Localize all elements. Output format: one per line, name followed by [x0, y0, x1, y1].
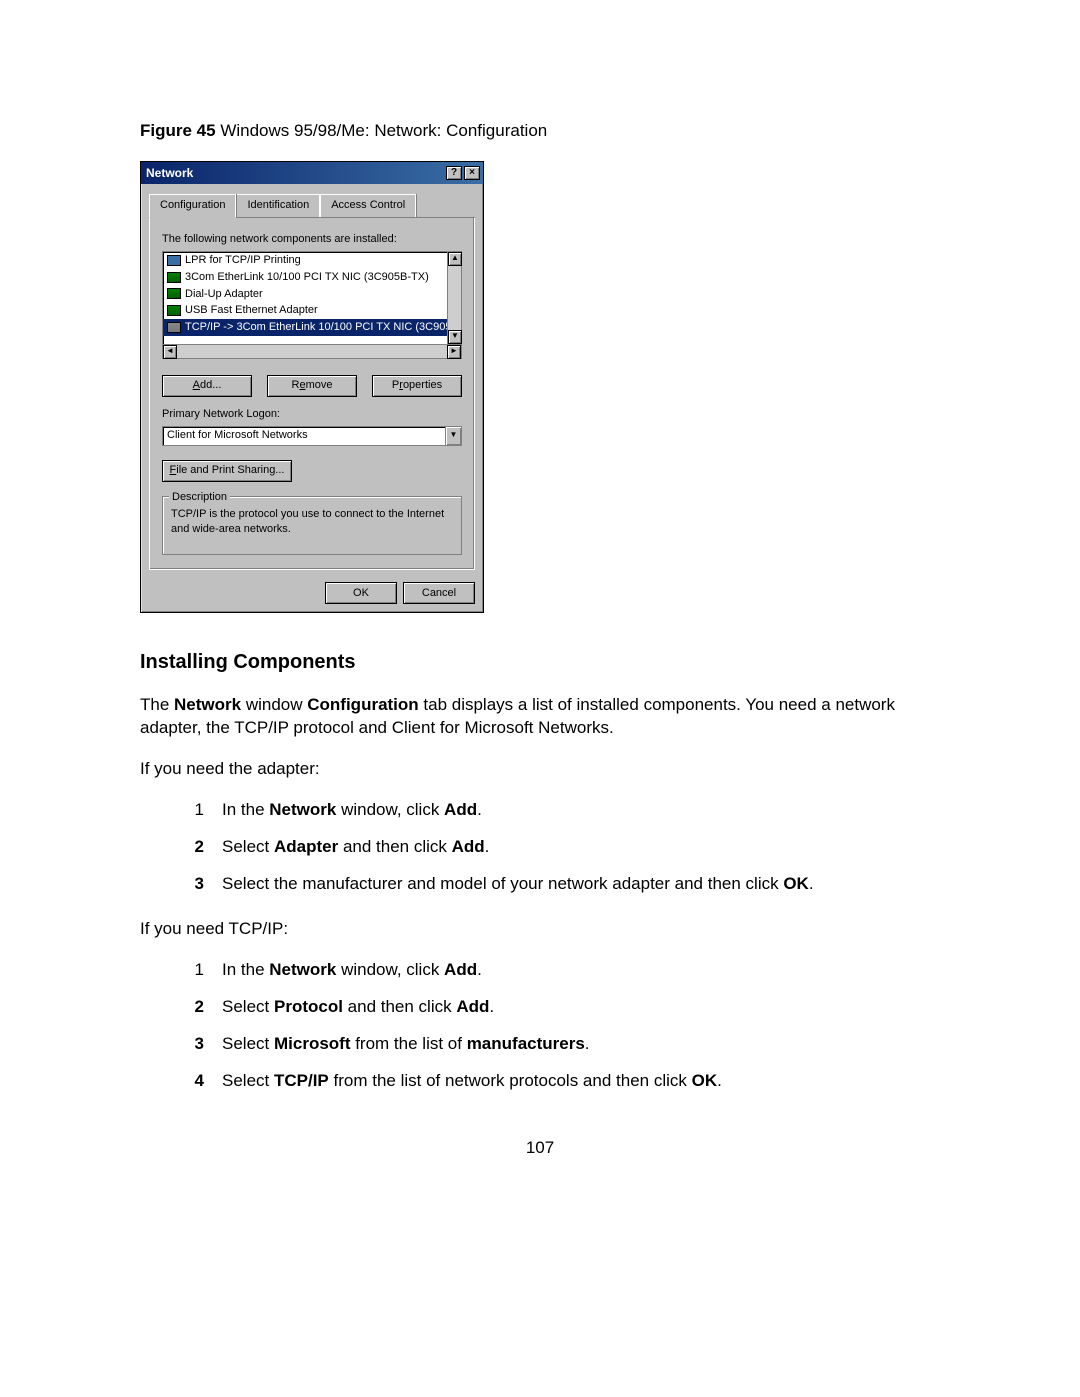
- scroll-track[interactable]: [448, 266, 461, 330]
- step-row: 4 Select TCP/IP from the list of network…: [190, 1070, 940, 1093]
- list-button-row: Add... Remove Properties: [162, 375, 462, 397]
- vertical-scrollbar[interactable]: ▲ ▼: [447, 252, 461, 344]
- step-row: 2 Select Adapter and then click Add.: [190, 836, 940, 859]
- figure-caption-text: Windows 95/98/Me: Network: Configuration: [216, 121, 548, 140]
- figure-caption: Figure 45 Windows 95/98/Me: Network: Con…: [140, 120, 940, 143]
- primary-logon-value: Client for Microsoft Networks: [163, 428, 445, 443]
- list-item-label: USB Fast Ethernet Adapter: [185, 303, 318, 318]
- step-row: 3 Select the manufacturer and model of y…: [190, 873, 940, 896]
- remove-button[interactable]: Remove: [267, 375, 357, 397]
- step-text: Select Microsoft from the list of manufa…: [222, 1033, 590, 1056]
- help-button[interactable]: ?: [446, 166, 462, 180]
- list-item[interactable]: TCP/IP -> 3Com EtherLink 10/100 PCI TX N…: [163, 319, 461, 336]
- description-title: Description: [169, 490, 230, 505]
- tcpip-steps: 1 In the Network window, click Add. 2 Se…: [190, 959, 940, 1093]
- step-number: 3: [190, 1033, 204, 1056]
- combo-dropdown-button[interactable]: ▼: [445, 427, 461, 445]
- step-text: In the Network window, click Add.: [222, 799, 482, 822]
- tab-configuration[interactable]: Configuration: [149, 194, 236, 218]
- list-item[interactable]: 3Com EtherLink 10/100 PCI TX NIC (3C905B…: [163, 269, 461, 286]
- nic-icon: [167, 288, 181, 299]
- dialog-footer: OK Cancel: [141, 576, 483, 612]
- list-item-label: LPR for TCP/IP Printing: [185, 253, 301, 268]
- step-row: 3 Select Microsoft from the list of manu…: [190, 1033, 940, 1056]
- list-item[interactable]: USB Fast Ethernet Adapter: [163, 302, 461, 319]
- list-item-label: 3Com EtherLink 10/100 PCI TX NIC (3C905B…: [185, 270, 429, 285]
- primary-logon-label: Primary Network Logon:: [162, 407, 462, 422]
- cancel-button[interactable]: Cancel: [403, 582, 475, 604]
- titlebar: Network ? ×: [141, 162, 483, 184]
- tabs: Configuration Identification Access Cont…: [149, 194, 475, 218]
- figure-label: Figure 45: [140, 121, 216, 140]
- step-text: Select Protocol and then click Add.: [222, 996, 494, 1019]
- scroll-track[interactable]: [177, 345, 447, 358]
- scroll-down-button[interactable]: ▼: [448, 330, 462, 344]
- close-button[interactable]: ×: [464, 166, 480, 180]
- list-item[interactable]: Dial-Up Adapter: [163, 286, 461, 303]
- step-text: In the Network window, click Add.: [222, 959, 482, 982]
- step-text: Select the manufacturer and model of you…: [222, 873, 814, 896]
- tab-access-control[interactable]: Access Control: [320, 194, 416, 217]
- file-print-sharing-button[interactable]: File and Print Sharing...: [162, 460, 292, 482]
- step-number: 3: [190, 873, 204, 896]
- tcpip-intro: If you need TCP/IP:: [140, 918, 940, 941]
- component-icon: [167, 255, 181, 266]
- add-button[interactable]: Add...: [162, 375, 252, 397]
- description-groupbox: Description TCP/IP is the protocol you u…: [162, 496, 462, 556]
- tab-panel-configuration: The following network components are ins…: [149, 218, 475, 570]
- list-item-label: TCP/IP -> 3Com EtherLink 10/100 PCI TX N…: [185, 320, 461, 335]
- scroll-up-button[interactable]: ▲: [448, 252, 462, 266]
- intro-paragraph: The Network window Configuration tab dis…: [140, 694, 940, 740]
- properties-button[interactable]: Properties: [372, 375, 462, 397]
- adapter-steps: 1 In the Network window, click Add. 2 Se…: [190, 799, 940, 896]
- titlebar-buttons: ? ×: [446, 166, 480, 180]
- components-listbox[interactable]: LPR for TCP/IP Printing 3Com EtherLink 1…: [162, 251, 462, 359]
- adapter-intro: If you need the adapter:: [140, 758, 940, 781]
- dialog-title: Network: [146, 165, 193, 181]
- step-number: 1: [190, 959, 204, 982]
- step-number: 2: [190, 836, 204, 859]
- nic-icon: [167, 272, 181, 283]
- page-number: 107: [140, 1137, 940, 1160]
- scroll-left-button[interactable]: ◄: [163, 345, 177, 359]
- dialog-body: Configuration Identification Access Cont…: [141, 184, 483, 576]
- installed-components-label: The following network components are ins…: [162, 232, 462, 247]
- network-dialog: Network ? × Configuration Identification…: [140, 161, 484, 613]
- scroll-right-button[interactable]: ►: [447, 345, 461, 359]
- tab-identification[interactable]: Identification: [236, 194, 320, 217]
- horizontal-scrollbar[interactable]: ◄ ►: [163, 344, 461, 358]
- description-text: TCP/IP is the protocol you use to connec…: [171, 507, 453, 537]
- primary-logon-combobox[interactable]: Client for Microsoft Networks ▼: [162, 426, 462, 446]
- list-item-label: Dial-Up Adapter: [185, 287, 263, 302]
- step-number: 1: [190, 799, 204, 822]
- protocol-icon: [167, 322, 181, 333]
- section-heading: Installing Components: [140, 649, 940, 676]
- step-row: 1 In the Network window, click Add.: [190, 959, 940, 982]
- list-item[interactable]: LPR for TCP/IP Printing: [163, 252, 461, 269]
- nic-icon: [167, 305, 181, 316]
- step-number: 2: [190, 996, 204, 1019]
- step-number: 4: [190, 1070, 204, 1093]
- step-row: 2 Select Protocol and then click Add.: [190, 996, 940, 1019]
- step-row: 1 In the Network window, click Add.: [190, 799, 940, 822]
- ok-button[interactable]: OK: [325, 582, 397, 604]
- components-list-inner: LPR for TCP/IP Printing 3Com EtherLink 1…: [163, 252, 461, 344]
- step-text: Select TCP/IP from the list of network p…: [222, 1070, 722, 1093]
- step-text: Select Adapter and then click Add.: [222, 836, 489, 859]
